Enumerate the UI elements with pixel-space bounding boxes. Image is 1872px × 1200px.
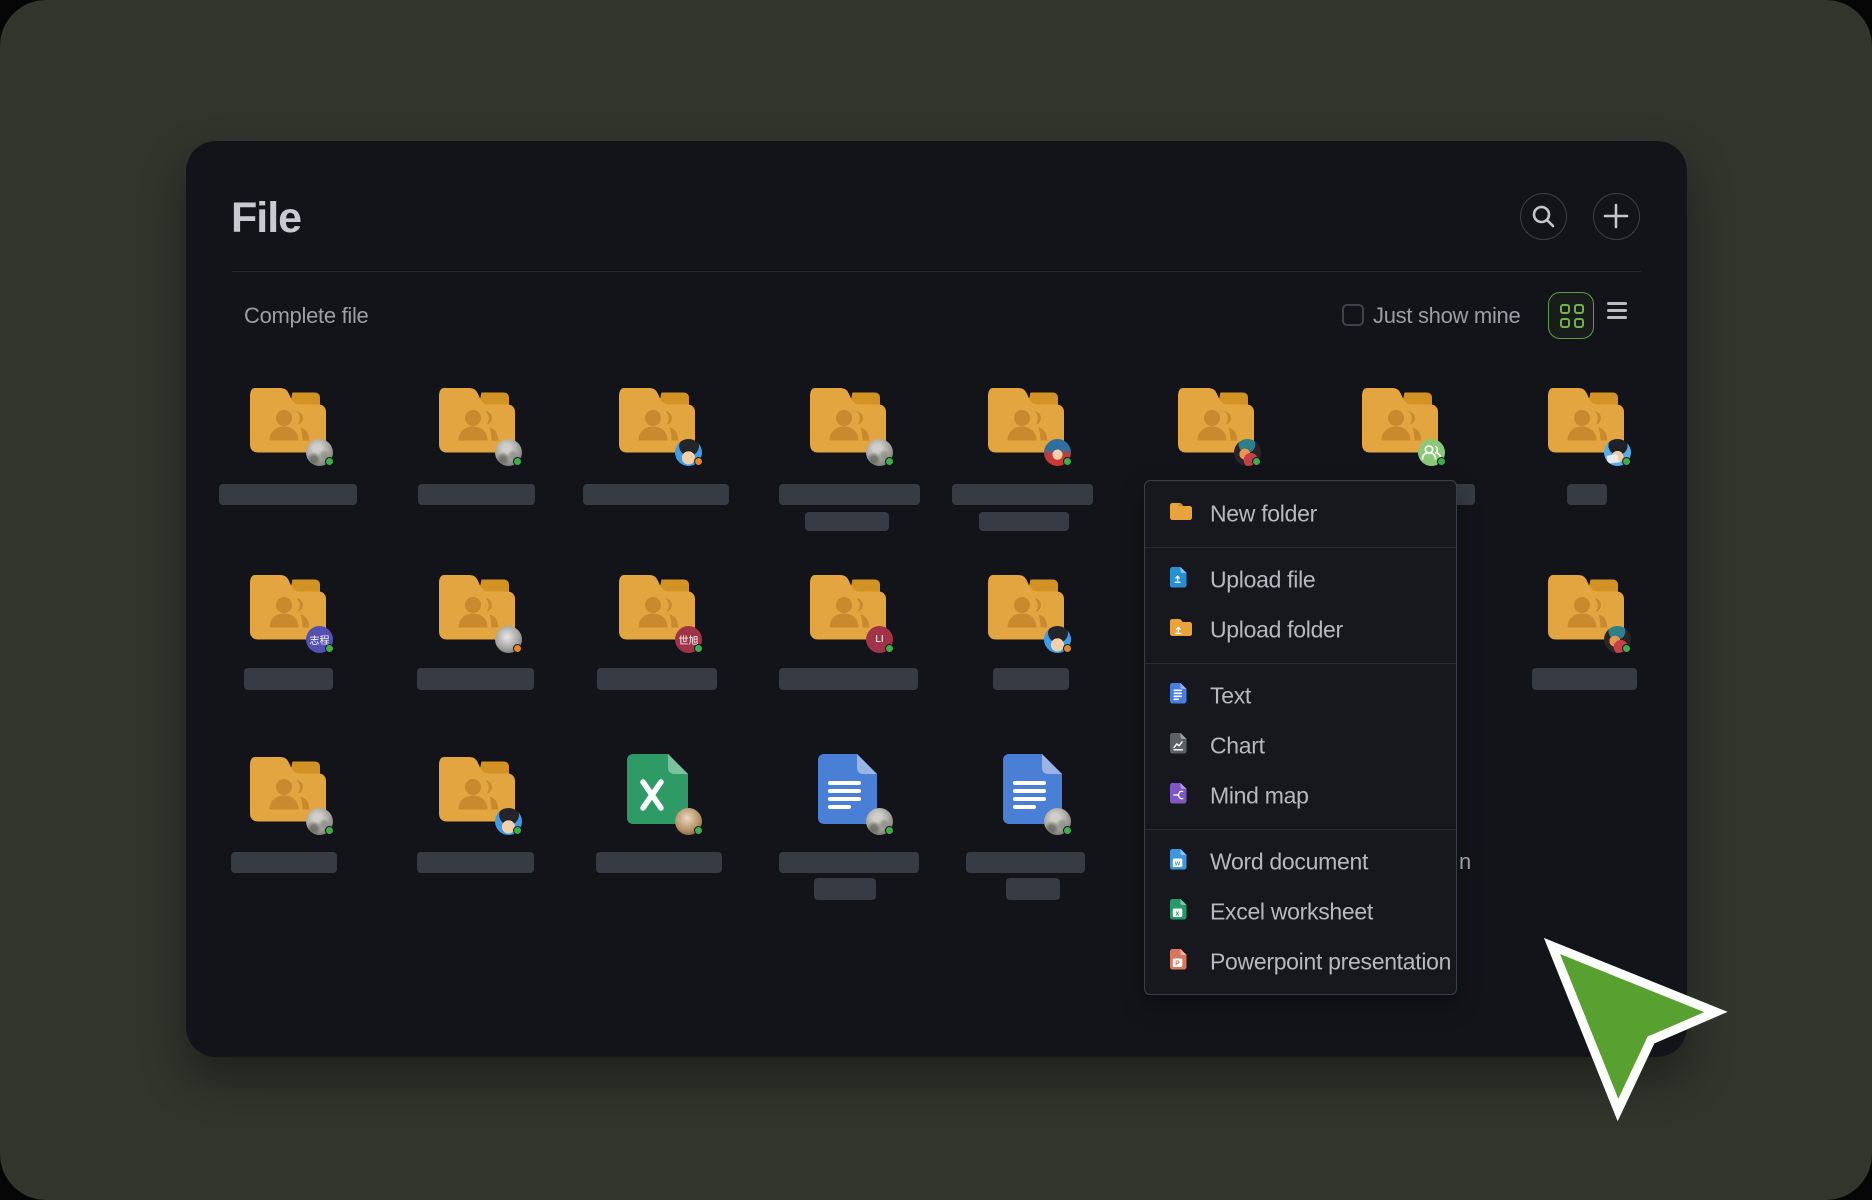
svg-text:w: w <box>1174 860 1181 867</box>
svg-text:x: x <box>1176 910 1180 917</box>
svg-text:P: P <box>1175 960 1180 967</box>
